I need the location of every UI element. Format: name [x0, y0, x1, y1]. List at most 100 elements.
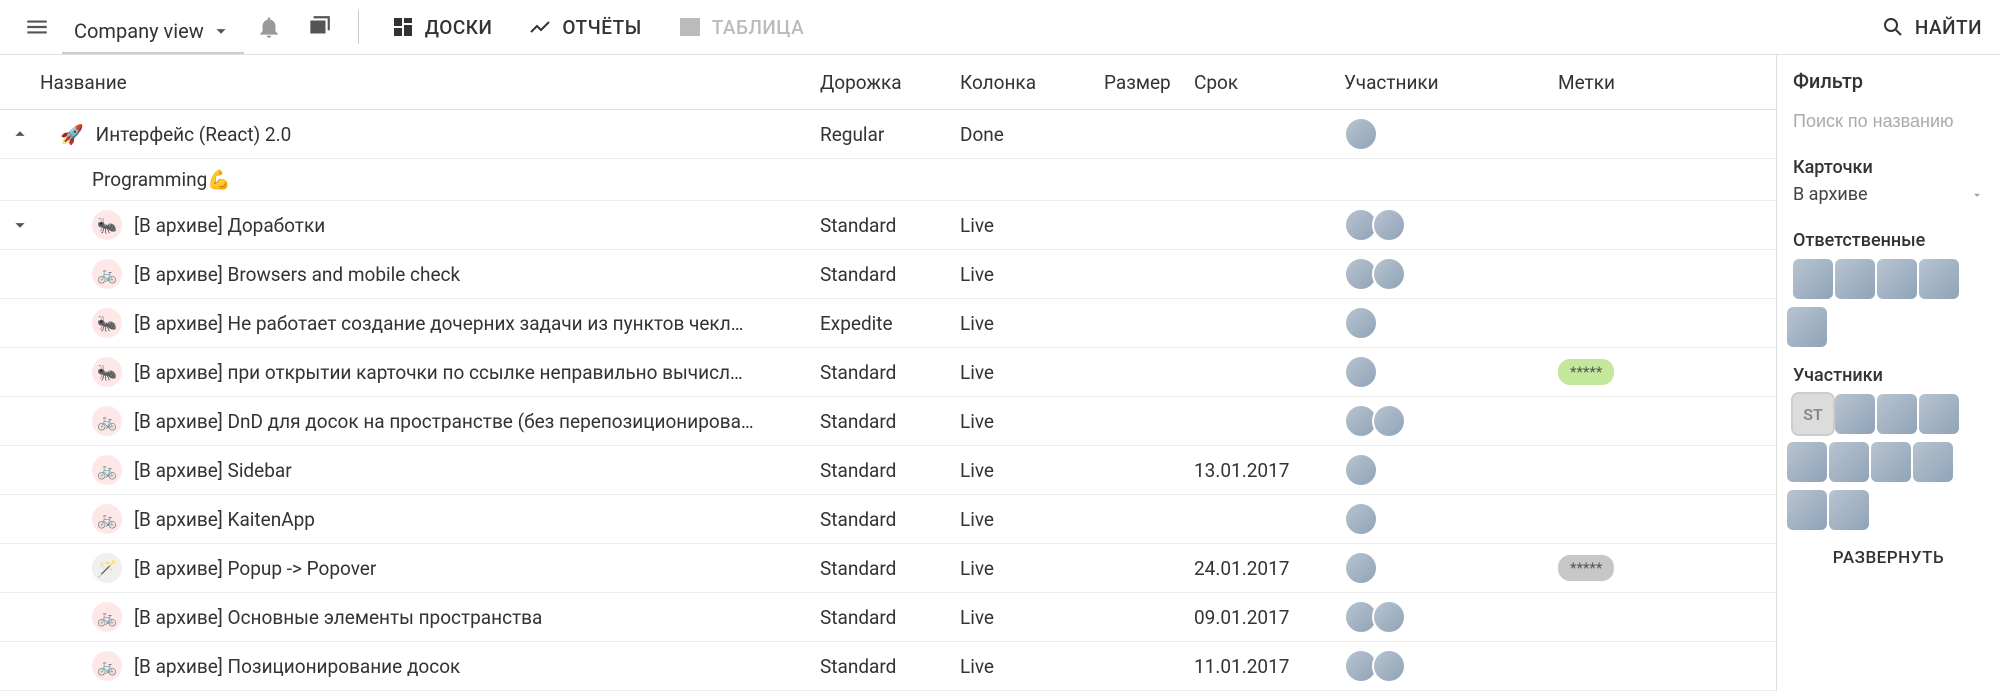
card-title: [В архиве] Позиционирование досок	[134, 655, 460, 678]
cell-column: Live	[960, 557, 1104, 580]
col-due[interactable]: Срок	[1194, 71, 1344, 94]
col-lane[interactable]: Дорожка	[820, 71, 960, 94]
collapse-toggle[interactable]	[0, 123, 40, 145]
avatar[interactable]	[1344, 306, 1378, 340]
app-header: Company view ДОСКИ ОТЧЁТЫ ТАБЛИЦА НАЙТИ	[0, 0, 2000, 55]
gallery-button[interactable]	[294, 0, 344, 55]
card-title: [В архиве] при открытии карточки по ссыл…	[134, 361, 743, 384]
avatar[interactable]	[1372, 600, 1406, 634]
filter-members-label: Участники	[1793, 365, 1984, 386]
table-icon	[678, 15, 702, 39]
col-size[interactable]: Размер	[1104, 71, 1194, 94]
avatar[interactable]	[1787, 490, 1827, 530]
avatar[interactable]	[1835, 259, 1875, 299]
table-row-parent[interactable]: 🚀 Интерфейс (React) 2.0 Regular Done	[0, 110, 1776, 159]
avatar[interactable]	[1829, 490, 1869, 530]
hamburger-icon	[24, 14, 50, 40]
chevron-down-icon	[210, 20, 232, 42]
table-row[interactable]: 🚲[В архиве] SidebarStandardLive13.01.201…	[0, 446, 1776, 495]
avatar[interactable]	[1787, 307, 1827, 347]
card-emoji: 🚀	[60, 123, 84, 146]
filter-panel: Фильтр Карточки В архиве Ответственные У…	[1776, 55, 2000, 691]
chevron-down-icon	[9, 214, 31, 236]
table-row[interactable]: 🐜[В архиве] Не работает создание дочерни…	[0, 299, 1776, 348]
avatar[interactable]: ST	[1793, 394, 1833, 434]
menu-button[interactable]	[12, 0, 62, 55]
tag[interactable]: *****	[1558, 359, 1614, 385]
cell-members	[1344, 600, 1558, 634]
cell-due: 11.01.2017	[1194, 655, 1344, 678]
view-switcher[interactable]: Company view	[62, 10, 244, 54]
avatar[interactable]	[1344, 453, 1378, 487]
table-row[interactable]: 🚲[В архиве] DnD для досок на пространств…	[0, 397, 1776, 446]
col-column[interactable]: Колонка	[960, 71, 1104, 94]
avatar[interactable]	[1344, 117, 1378, 151]
avatar[interactable]	[1372, 208, 1406, 242]
table-row[interactable]: 🚲[В архиве] Позиционирование досокStanda…	[0, 642, 1776, 691]
bike-icon: 🚲	[92, 504, 122, 534]
avatar[interactable]	[1372, 257, 1406, 291]
cell-column: Live	[960, 214, 1104, 237]
avatar[interactable]	[1793, 259, 1833, 299]
table-row[interactable]: 🚲 [В архиве] KaitenApp StandardLive	[0, 495, 1776, 544]
avatar[interactable]	[1877, 394, 1917, 434]
table-row[interactable]: 🐜 [В архиве] при открытии карточки по ссы…	[0, 348, 1776, 397]
card-title: [В архиве] KaitenApp	[134, 508, 315, 531]
wand-icon: 🪄	[92, 553, 122, 583]
tag[interactable]: *****	[1558, 555, 1614, 581]
bell-icon	[256, 14, 282, 40]
avatar[interactable]	[1919, 259, 1959, 299]
search-button[interactable]: НАЙТИ	[1863, 15, 1988, 39]
cell-due: 24.01.2017	[1194, 557, 1344, 580]
table-header: Название Дорожка Колонка Размер Срок Уча…	[0, 55, 1776, 110]
avatar[interactable]	[1919, 394, 1959, 434]
card-title: [В архиве] Основные элементы пространств…	[134, 606, 542, 629]
search-label: НАЙТИ	[1915, 16, 1982, 39]
expand-toggle[interactable]	[0, 214, 40, 236]
avatar[interactable]	[1372, 649, 1406, 683]
col-members[interactable]: Участники	[1344, 71, 1558, 94]
avatar[interactable]	[1871, 442, 1911, 482]
avatar[interactable]	[1344, 502, 1378, 536]
bug-icon: 🐜	[92, 357, 122, 387]
card-title: [В архиве] Sidebar	[134, 459, 292, 482]
card-title: [В архиве] Browsers and mobile check	[134, 263, 460, 286]
avatar[interactable]	[1787, 442, 1827, 482]
nav-label: ОТЧЁТЫ	[562, 16, 641, 39]
cell-tags: *****	[1558, 555, 1776, 581]
nav-reports[interactable]: ОТЧЁТЫ	[510, 15, 659, 39]
cell-tags: *****	[1558, 359, 1776, 385]
filter-search-input[interactable]	[1793, 105, 1984, 139]
cell-lane: Regular	[820, 123, 960, 146]
filter-cards-select[interactable]: В архиве	[1793, 178, 1984, 212]
bike-icon: 🚲	[92, 602, 122, 632]
col-title[interactable]: Название	[40, 71, 820, 94]
table-row[interactable]: 🚲[В архиве] Browsers and mobile checkSta…	[0, 250, 1776, 299]
cell-lane: Standard	[820, 557, 960, 580]
search-icon	[1881, 15, 1905, 39]
bike-icon: 🚲	[92, 455, 122, 485]
table-row[interactable]: 🐜[В архиве] ДоработкиStandardLive	[0, 201, 1776, 250]
table-row[interactable]: 🚲 [В архиве] Основные элементы пространст…	[0, 593, 1776, 642]
table-row[interactable]: 🪄[В архиве] Popup -> PopoverStandardLive…	[0, 544, 1776, 593]
notifications-button[interactable]	[244, 0, 294, 55]
cell-column: Live	[960, 410, 1104, 433]
nav-boards[interactable]: ДОСКИ	[373, 15, 511, 39]
avatar[interactable]	[1913, 442, 1953, 482]
cell-column: Live	[960, 459, 1104, 482]
cell-lane: Standard	[820, 263, 960, 286]
avatar[interactable]	[1877, 259, 1917, 299]
card-title: [В архиве] Доработки	[134, 214, 325, 237]
avatar[interactable]	[1372, 404, 1406, 438]
cell-lane: Standard	[820, 508, 960, 531]
filter-expand-button[interactable]: РАЗВЕРНУТЬ	[1793, 548, 1984, 568]
cell-lane: Standard	[820, 361, 960, 384]
cell-column: Live	[960, 508, 1104, 531]
cell-members	[1344, 208, 1558, 242]
avatar[interactable]	[1344, 551, 1378, 585]
col-tags[interactable]: Метки	[1558, 71, 1776, 94]
avatar[interactable]	[1829, 442, 1869, 482]
avatar[interactable]	[1344, 355, 1378, 389]
avatar[interactable]	[1835, 394, 1875, 434]
cell-column: Live	[960, 312, 1104, 335]
